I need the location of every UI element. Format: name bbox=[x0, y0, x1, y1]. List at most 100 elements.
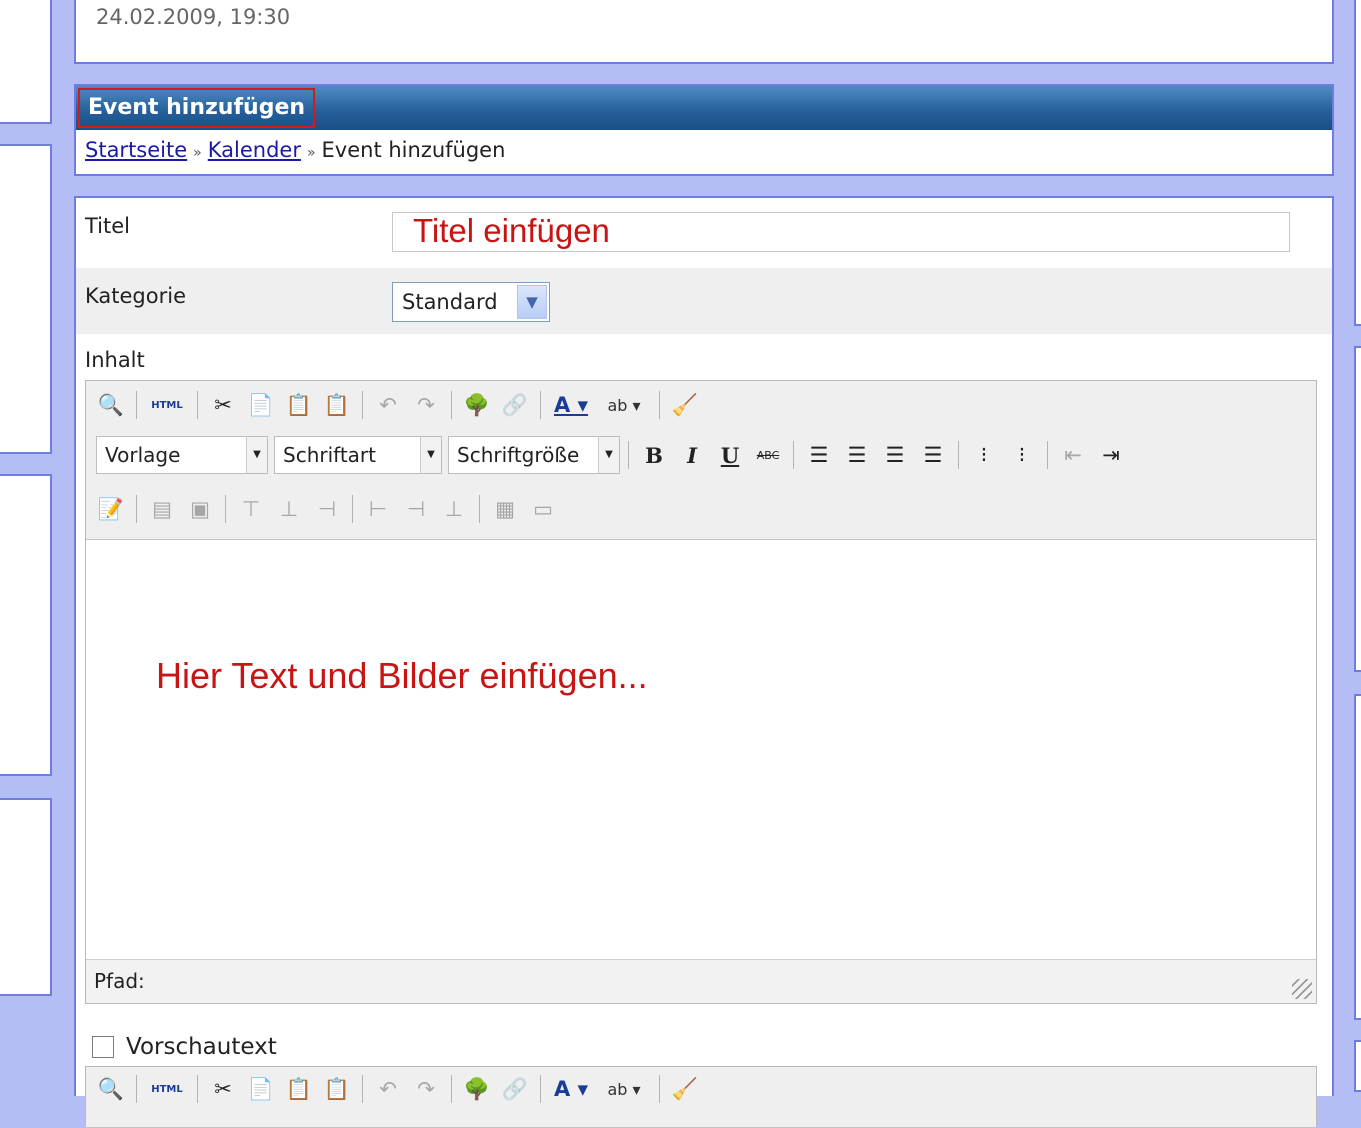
cut-icon[interactable]: ✂ bbox=[208, 390, 238, 420]
right-box-4 bbox=[1354, 1040, 1361, 1092]
right-box-1 bbox=[1354, 0, 1361, 326]
cleanup-icon[interactable]: 🧹 bbox=[670, 390, 700, 420]
image-icon[interactable]: 🌳 bbox=[462, 390, 492, 420]
preview-checkbox[interactable] bbox=[92, 1036, 114, 1058]
insert-col-after-icon[interactable]: ⊣ bbox=[401, 494, 431, 524]
form-panel: Titel Titel einfügen Kategorie Standard … bbox=[74, 196, 1334, 1128]
font-family-select[interactable]: Schriftart ▼ bbox=[274, 436, 442, 474]
redo-icon[interactable]: ↷ bbox=[411, 1074, 441, 1104]
date-panel: 24.02.2009, 19:30 bbox=[74, 0, 1334, 64]
delete-row-icon[interactable]: ⊣ bbox=[312, 494, 342, 524]
toolbar-row-3: 📝 ▤ ▣ ⊤ ⊥ ⊣ ⊢ ⊣ ⊥ ▦ ▭ bbox=[96, 489, 566, 529]
content-label: Inhalt bbox=[85, 348, 145, 372]
outdent-icon[interactable]: ⇤ bbox=[1058, 440, 1088, 470]
chevron-down-icon: ▼ bbox=[246, 437, 267, 473]
toolbar-separator bbox=[136, 1075, 137, 1103]
breadcrumb-home-link[interactable]: Startseite bbox=[85, 138, 187, 162]
html-icon[interactable]: HTML bbox=[147, 390, 187, 420]
numbered-list-icon[interactable]: ⁝ bbox=[1007, 440, 1037, 470]
align-justify-icon[interactable]: ☰ bbox=[918, 440, 948, 470]
section-titlebar: Event hinzufügen bbox=[76, 86, 1332, 130]
toolbar-separator bbox=[225, 495, 226, 523]
section-header-panel: Event hinzufügen Startseite » Kalender » Eve… bbox=[74, 84, 1334, 176]
toolbar-row-2: Vorlage ▼ Schriftart ▼ Schriftgröße ▼ B I U… bbox=[96, 435, 1134, 475]
split-cells-icon[interactable]: ▦ bbox=[490, 494, 520, 524]
insert-row-after-icon[interactable]: ⊥ bbox=[274, 494, 304, 524]
image-icon[interactable]: 🌳 bbox=[462, 1074, 492, 1104]
link-icon[interactable]: 🔗 bbox=[500, 1074, 530, 1104]
html-icon[interactable]: HTML bbox=[147, 1074, 187, 1104]
section-title: Event hinzufügen bbox=[78, 88, 316, 128]
chevron-down-icon: ▼ bbox=[598, 437, 619, 473]
undo-icon[interactable]: ↶ bbox=[373, 390, 403, 420]
align-center-icon[interactable]: ☰ bbox=[842, 440, 872, 470]
resize-grip-icon[interactable] bbox=[1292, 979, 1312, 999]
edit-table-icon[interactable]: 📝 bbox=[96, 494, 126, 524]
title-input[interactable]: Titel einfügen bbox=[392, 212, 1290, 252]
cut-icon[interactable]: ✂ bbox=[208, 1074, 238, 1104]
font-color-icon[interactable]: A ▾ bbox=[551, 1074, 591, 1104]
side-box-2 bbox=[0, 144, 52, 454]
format-select[interactable]: Vorlage ▼ bbox=[96, 436, 268, 474]
paste-word-icon[interactable]: 📋 bbox=[322, 390, 352, 420]
status-path: Pfad: bbox=[94, 969, 145, 993]
toolbar-separator bbox=[352, 495, 353, 523]
toolbar-separator bbox=[451, 1075, 452, 1103]
toolbar-separator bbox=[451, 391, 452, 419]
highlight-icon[interactable]: ab ▾ bbox=[599, 390, 649, 420]
editor-content-area[interactable]: Hier Text und Bilder einfügen... bbox=[156, 655, 648, 697]
right-box-2 bbox=[1354, 346, 1361, 672]
toolbar-row-1: 🔍 HTML ✂ 📄 📋 📋 ↶ ↷ 🌳 🔗 A ▾ ab ▾ 🧹 bbox=[96, 385, 708, 425]
toolbar-separator bbox=[628, 441, 629, 469]
preview-icon[interactable]: 🔍 bbox=[96, 390, 126, 420]
paste-text-icon[interactable]: 📋 bbox=[284, 1074, 314, 1104]
bullet-list-icon[interactable]: ⁝ bbox=[969, 440, 999, 470]
editor-statusbar: Pfad: bbox=[86, 959, 1316, 1003]
rich-text-editor: 🔍 HTML ✂ 📄 📋 📋 ↶ ↷ 🌳 🔗 A ▾ ab ▾ 🧹 Vorlag… bbox=[85, 380, 1317, 1004]
font-color-icon[interactable]: A ▾ bbox=[551, 390, 591, 420]
preview-icon[interactable]: 🔍 bbox=[96, 1074, 126, 1104]
cleanup-icon[interactable]: 🧹 bbox=[670, 1074, 700, 1104]
breadcrumb-separator: » bbox=[306, 145, 316, 161]
align-right-icon[interactable]: ☰ bbox=[880, 440, 910, 470]
title-label: Titel bbox=[85, 214, 131, 238]
preview-editor: 🔍 HTML ✂ 📄 📋 📋 ↶ ↷ 🌳 🔗 A ▾ ab ▾ 🧹 bbox=[85, 1066, 1317, 1128]
breadcrumb-separator: » bbox=[193, 145, 202, 161]
underline-button[interactable]: U bbox=[715, 440, 745, 470]
side-box-4 bbox=[0, 798, 52, 996]
category-select[interactable]: Standard ▼ bbox=[392, 282, 550, 322]
right-box-3 bbox=[1354, 694, 1361, 1020]
toolbar-separator bbox=[362, 1075, 363, 1103]
align-left-icon[interactable]: ☰ bbox=[804, 440, 834, 470]
insert-row-before-icon[interactable]: ⊤ bbox=[236, 494, 266, 524]
toolbar-separator bbox=[197, 391, 198, 419]
paste-word-icon[interactable]: 📋 bbox=[322, 1074, 352, 1104]
delete-col-icon[interactable]: ⊥ bbox=[439, 494, 469, 524]
toolbar-separator bbox=[958, 441, 959, 469]
toolbar-separator bbox=[479, 495, 480, 523]
insert-col-before-icon[interactable]: ⊢ bbox=[363, 494, 393, 524]
breadcrumb-calendar-link[interactable]: Kalender bbox=[208, 138, 301, 162]
toolbar-separator bbox=[136, 391, 137, 419]
strikethrough-button[interactable]: ABC bbox=[753, 440, 783, 470]
row-props-icon[interactable]: ▤ bbox=[147, 494, 177, 524]
copy-icon[interactable]: 📄 bbox=[246, 1074, 276, 1104]
highlight-icon[interactable]: ab ▾ bbox=[599, 1074, 649, 1104]
link-icon[interactable]: 🔗 bbox=[500, 390, 530, 420]
chevron-down-icon[interactable]: ▼ bbox=[517, 285, 547, 319]
toolbar-separator bbox=[659, 1075, 660, 1103]
italic-button[interactable]: I bbox=[677, 440, 707, 470]
merge-cells-icon[interactable]: ▭ bbox=[528, 494, 558, 524]
bold-button[interactable]: B bbox=[639, 440, 669, 470]
font-size-select[interactable]: Schriftgröße ▼ bbox=[448, 436, 620, 474]
side-box-3 bbox=[0, 474, 52, 776]
paste-text-icon[interactable]: 📋 bbox=[284, 390, 314, 420]
indent-icon[interactable]: ⇥ bbox=[1096, 440, 1126, 470]
redo-icon[interactable]: ↷ bbox=[411, 390, 441, 420]
copy-icon[interactable]: 📄 bbox=[246, 390, 276, 420]
breadcrumb: Startseite » Kalender » Event hinzufügen bbox=[85, 138, 505, 162]
post-date: 24.02.2009, 19:30 bbox=[96, 5, 291, 29]
preview-option: Vorschautext bbox=[92, 1034, 277, 1060]
cell-props-icon[interactable]: ▣ bbox=[185, 494, 215, 524]
undo-icon[interactable]: ↶ bbox=[373, 1074, 403, 1104]
